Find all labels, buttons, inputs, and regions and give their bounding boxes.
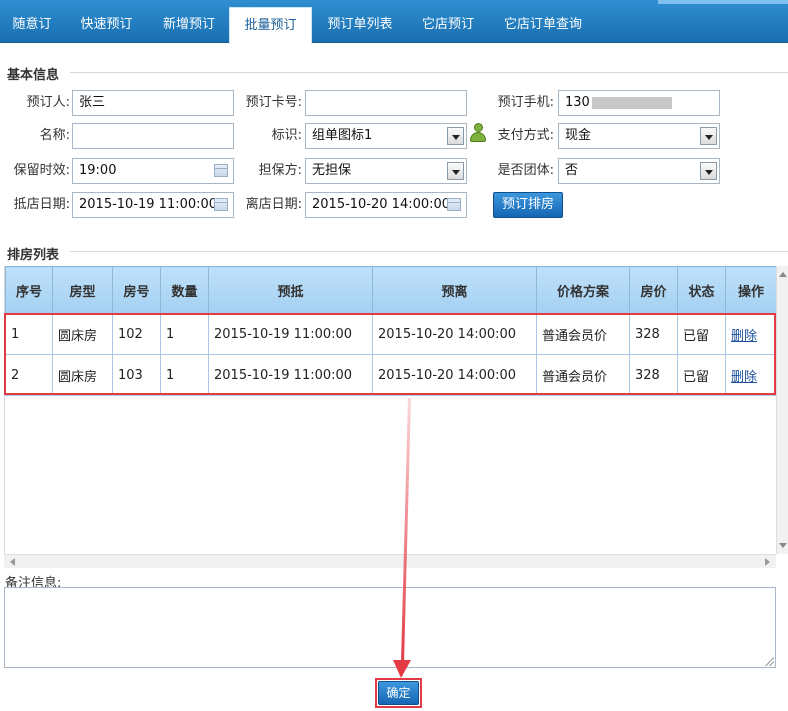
col-header-no[interactable]: 序号: [5, 266, 53, 314]
group-label: 是否团体:: [497, 163, 554, 178]
rows-highlight-box: [4, 313, 776, 395]
booker-label: 预订人:: [26, 95, 70, 110]
group-select[interactable]: 否: [558, 158, 720, 184]
group-value: 否: [565, 163, 579, 178]
chevron-down-icon[interactable]: [700, 162, 717, 180]
scroll-up-icon[interactable]: [779, 272, 787, 277]
guarantee-value: 无担保: [312, 163, 352, 178]
depart-label: 离店日期:: [245, 197, 302, 212]
hold-label: 保留时效:: [13, 163, 70, 178]
scroll-right-icon[interactable]: [765, 558, 770, 566]
col-header-room-no[interactable]: 房号: [112, 266, 161, 314]
room-list-grid: 序号 房型 房号 数量 预抵 预离 价格方案 房价 状态 操作 1 圆床房 10…: [4, 266, 777, 554]
col-header-arrive[interactable]: 预抵: [208, 266, 373, 314]
col-header-depart[interactable]: 预离: [372, 266, 537, 314]
calendar-icon[interactable]: [214, 164, 228, 177]
tab-casual-booking[interactable]: 随意订: [0, 7, 64, 43]
phone-value: 130: [565, 95, 590, 110]
arrange-rooms-button[interactable]: 预订排房: [493, 192, 563, 218]
mark-label: 标识:: [271, 128, 302, 143]
basic-info-legend: 基本信息: [7, 64, 64, 83]
tab-other-store-order-query[interactable]: 它店订单查询: [488, 7, 598, 43]
guarantee-label: 担保方:: [258, 163, 302, 178]
scroll-down-icon[interactable]: [779, 543, 787, 548]
col-header-price[interactable]: 房价: [629, 266, 678, 314]
depart-value: 2015-10-20 14:00:00: [312, 197, 451, 212]
col-header-action[interactable]: 操作: [725, 266, 777, 314]
confirm-button[interactable]: 确定: [378, 681, 419, 705]
name-input[interactable]: [72, 123, 234, 149]
tab-bar-accent: [658, 0, 788, 4]
room-list-legend: 排房列表: [7, 244, 64, 263]
name-label: 名称:: [39, 128, 70, 143]
phone-label: 预订手机:: [497, 95, 554, 110]
payment-value: 现金: [565, 128, 592, 143]
col-header-status[interactable]: 状态: [677, 266, 726, 314]
scroll-left-icon[interactable]: [10, 558, 15, 566]
horizontal-scrollbar[interactable]: [4, 554, 776, 568]
guarantee-select[interactable]: 无担保: [305, 158, 467, 184]
col-header-room-type[interactable]: 房型: [52, 266, 113, 314]
arrive-value: 2015-10-19 11:00:00: [79, 197, 218, 212]
card-input[interactable]: [305, 90, 467, 116]
col-header-price-plan[interactable]: 价格方案: [536, 266, 630, 314]
tab-booking-list[interactable]: 预订单列表: [312, 7, 408, 43]
calendar-icon[interactable]: [447, 198, 461, 211]
card-label: 预订卡号:: [245, 95, 302, 110]
room-list-divider: [70, 251, 788, 252]
mark-value: 组单图标1: [312, 128, 373, 143]
tab-bar: 随意订 快速预订 新增预订 批量预订 预订单列表 它店预订 它店订单查询: [0, 0, 788, 44]
resize-grip-icon[interactable]: [764, 656, 774, 666]
arrive-label: 抵店日期:: [13, 197, 70, 212]
remark-textarea[interactable]: [4, 587, 776, 668]
vertical-scrollbar[interactable]: [776, 266, 788, 554]
basic-info-divider: [70, 72, 788, 73]
calendar-icon[interactable]: [214, 198, 228, 211]
payment-select[interactable]: 现金: [558, 123, 720, 149]
booker-input[interactable]: 张三: [72, 90, 234, 116]
chevron-down-icon[interactable]: [447, 162, 464, 180]
phone-input[interactable]: 130: [558, 90, 720, 116]
payment-label: 支付方式:: [497, 128, 554, 143]
tab-other-store-booking[interactable]: 它店预订: [408, 7, 488, 43]
chevron-down-icon[interactable]: [447, 127, 464, 145]
tab-quick-booking[interactable]: 快速预订: [64, 7, 149, 43]
phone-mask: [591, 96, 672, 109]
col-header-qty[interactable]: 数量: [160, 266, 209, 314]
depart-input[interactable]: 2015-10-20 14:00:00: [305, 192, 467, 218]
chevron-down-icon[interactable]: [700, 127, 717, 145]
hold-value: 19:00: [79, 163, 117, 178]
table-header-row: 序号 房型 房号 数量 预抵 预离 价格方案 房价 状态 操作: [5, 266, 777, 314]
hold-input[interactable]: 19:00: [72, 158, 234, 184]
tab-new-booking[interactable]: 新增预订: [149, 7, 229, 43]
mark-select[interactable]: 组单图标1: [305, 123, 467, 149]
tab-batch-booking[interactable]: 批量预订: [229, 7, 312, 44]
arrive-input[interactable]: 2015-10-19 11:00:00: [72, 192, 234, 218]
